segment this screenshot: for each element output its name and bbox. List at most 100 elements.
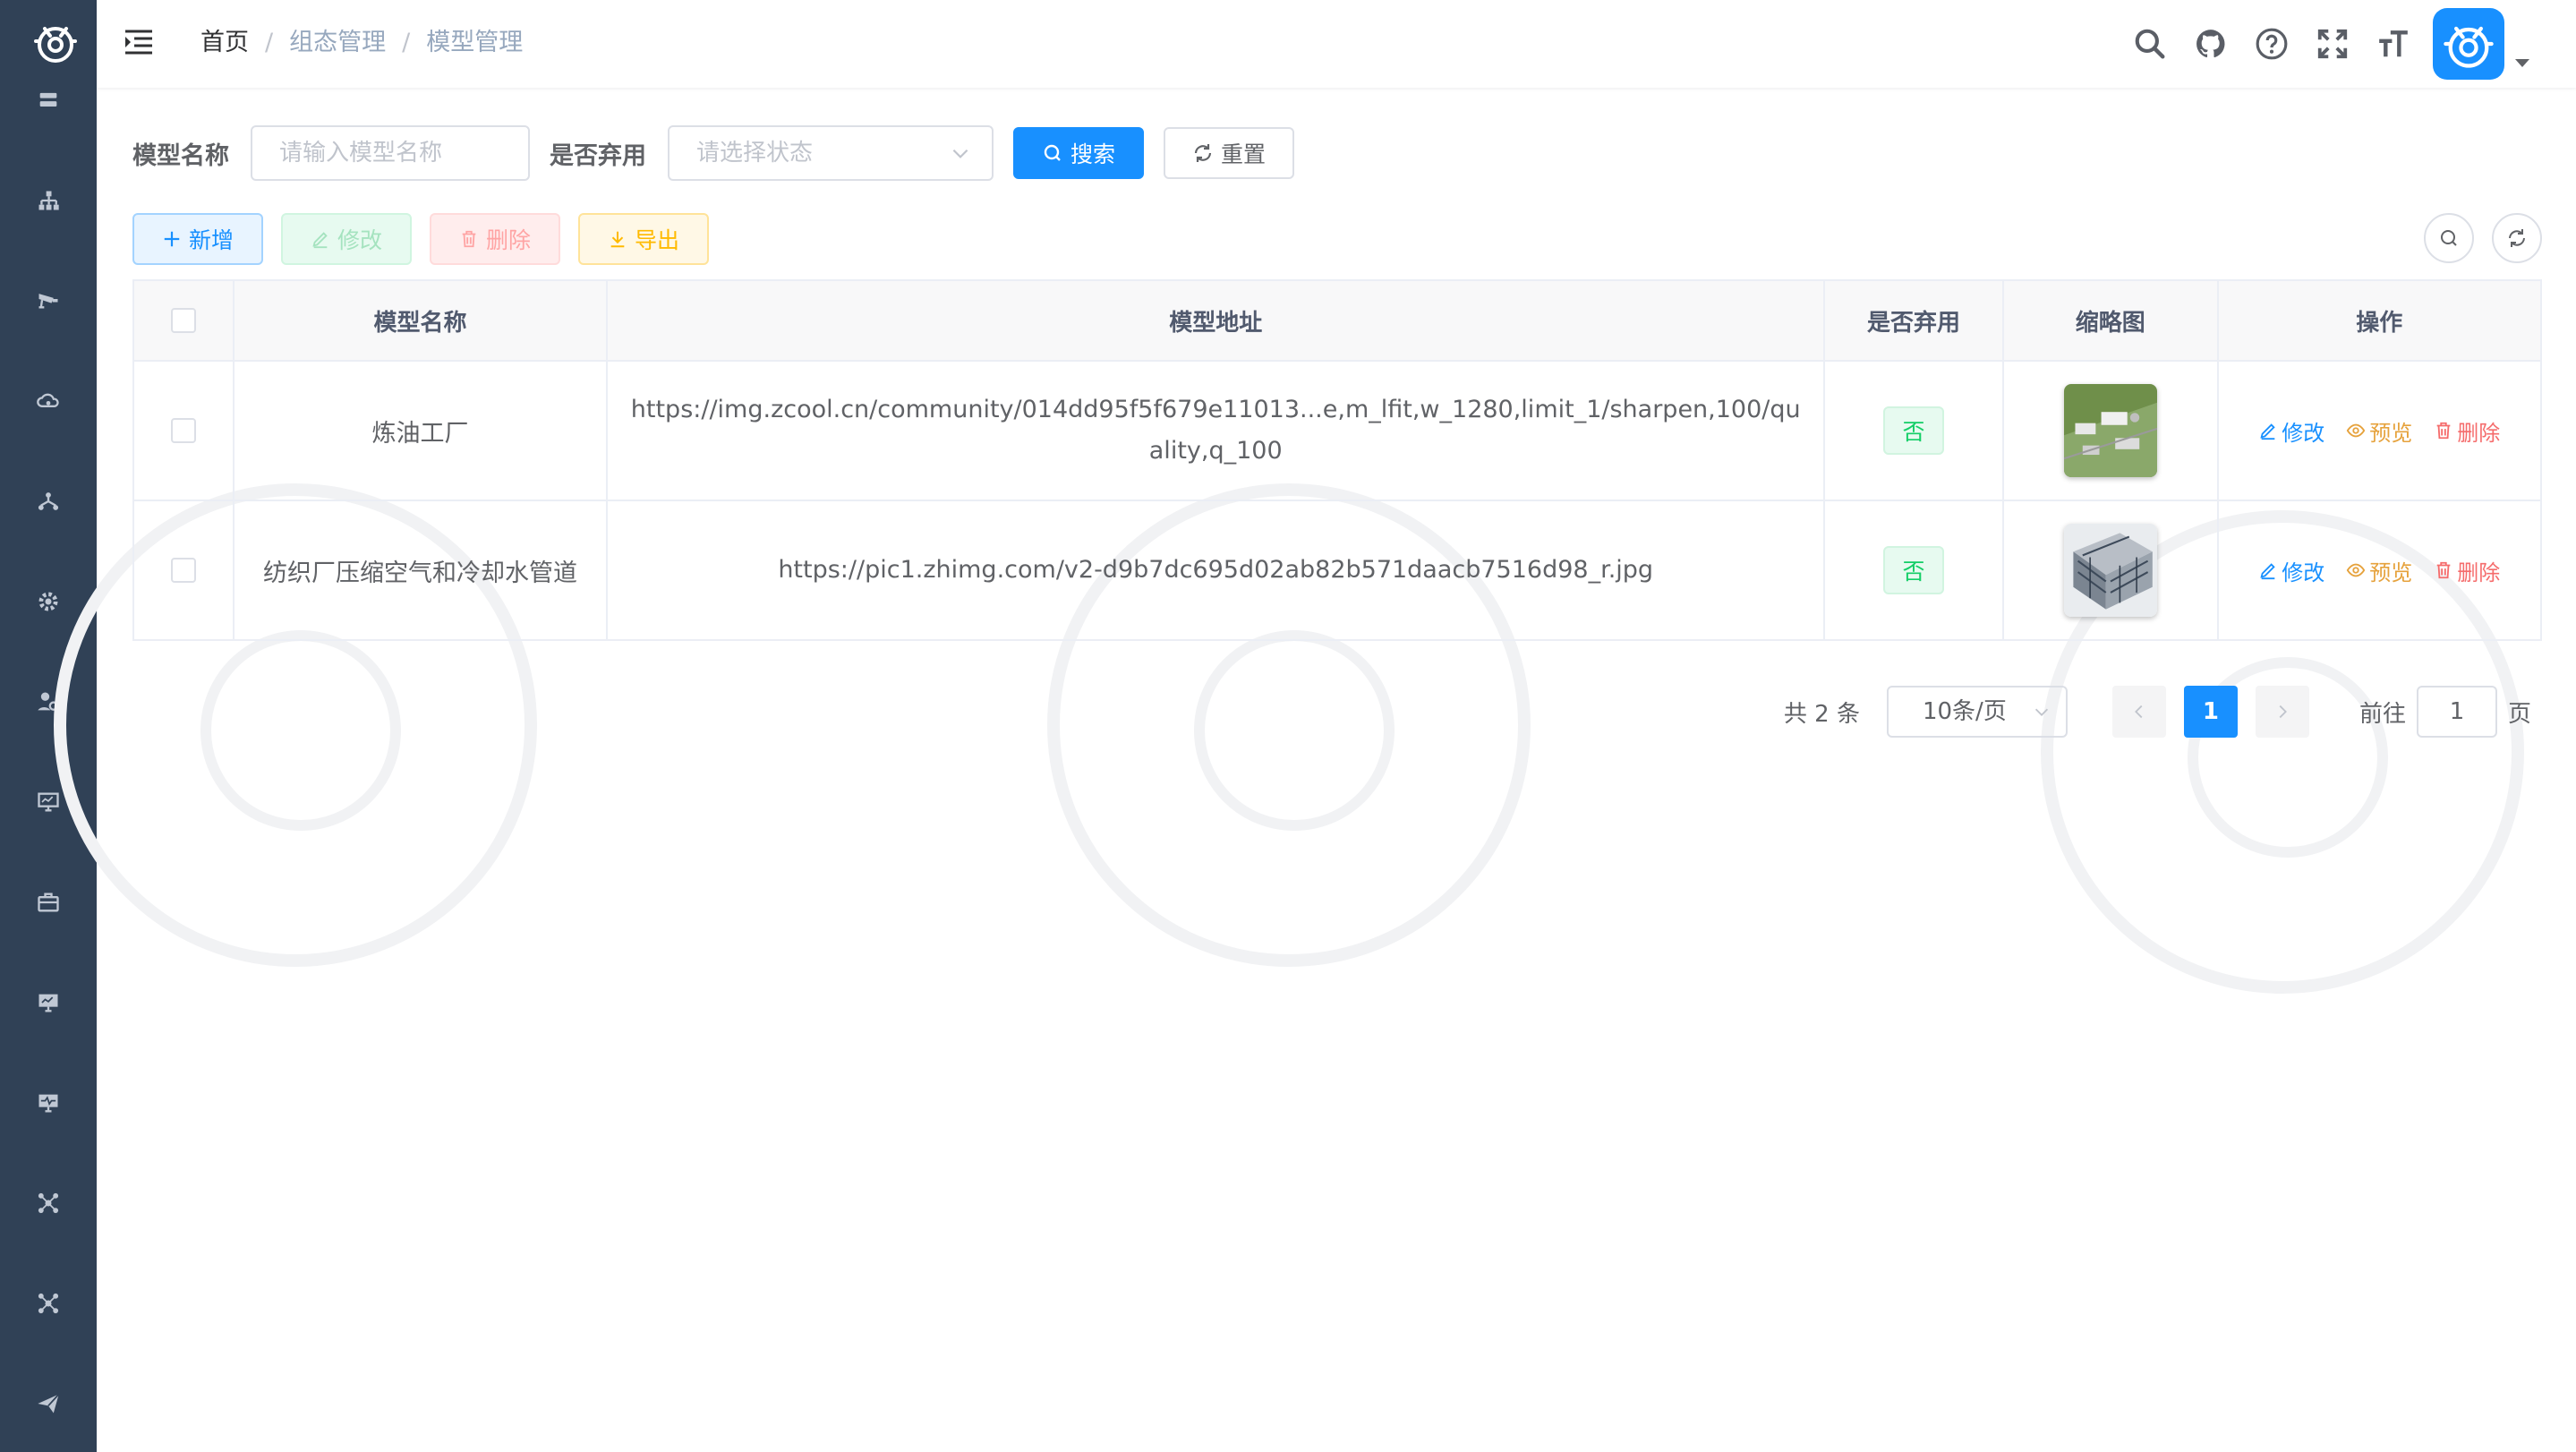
- thumbnail-cell: [2004, 362, 2219, 500]
- model-name-label: 模型名称: [132, 141, 229, 170]
- trash-icon: [2436, 422, 2451, 440]
- github-icon[interactable]: [2193, 26, 2229, 62]
- breadcrumb-separator: /: [402, 29, 411, 56]
- chevron-left-icon: [2135, 705, 2143, 719]
- logo-icon[interactable]: [30, 14, 81, 68]
- model-name-input[interactable]: [251, 125, 530, 181]
- deprecated-cell: 否: [1825, 501, 2004, 639]
- next-page-button[interactable]: [2255, 686, 2309, 738]
- action-toolbar: 新增 修改 删除 导出: [132, 213, 727, 265]
- row-delete-link[interactable]: 删除: [2434, 555, 2500, 586]
- chevron-down-icon[interactable]: [2515, 59, 2529, 67]
- jump-page-input[interactable]: 1: [2416, 686, 2497, 738]
- breadcrumb-separator: /: [265, 29, 274, 56]
- table-header: 模型名称 模型地址 是否弃用 缩略图 操作: [134, 281, 2540, 362]
- status-select-placeholder: 请选择状态: [696, 140, 814, 167]
- server-icon[interactable]: [34, 86, 63, 115]
- refresh-button[interactable]: [2492, 213, 2542, 263]
- gear-icon[interactable]: [34, 587, 63, 616]
- row-edit-label: 修改: [2282, 559, 2325, 585]
- deprecated-cell: 否: [1825, 362, 2004, 500]
- org-tree-icon[interactable]: [34, 186, 63, 215]
- cctv-icon[interactable]: [34, 285, 63, 313]
- cloud-icon[interactable]: [34, 387, 63, 415]
- eye-icon: [2347, 423, 2366, 438]
- row-preview-link[interactable]: 预览: [2346, 415, 2412, 447]
- reset-button[interactable]: 重置: [1164, 127, 1294, 179]
- top-navbar: 首页 / 组态管理 / 模型管理: [97, 0, 2576, 88]
- edit-button-label: 修改: [337, 227, 382, 253]
- model-thumbnail[interactable]: [2063, 384, 2157, 477]
- status-select[interactable]: 请选择状态: [668, 125, 994, 181]
- model-thumbnail[interactable]: [2063, 524, 2157, 617]
- monitor-pulse-icon[interactable]: [34, 1089, 63, 1117]
- row-checkbox[interactable]: [170, 558, 196, 583]
- briefcase-icon[interactable]: [34, 888, 63, 917]
- row-preview-label: 预览: [2369, 420, 2413, 446]
- help-icon[interactable]: [2254, 26, 2290, 62]
- row-checkbox[interactable]: [170, 418, 196, 443]
- monitor-icon[interactable]: [34, 788, 63, 816]
- model-url-cell: https://pic1.zhimg.com/v2-d9b7dc695d02ab…: [608, 501, 1826, 639]
- actions-cell: 修改 预览 删除: [2219, 362, 2540, 500]
- reset-button-label: 重置: [1220, 141, 1266, 167]
- delete-button[interactable]: 删除: [430, 213, 560, 265]
- fullscreen-icon[interactable]: [2315, 26, 2350, 62]
- select-all-checkbox[interactable]: [170, 308, 196, 333]
- row-delete-label: 删除: [2457, 559, 2501, 585]
- search-icon: [2441, 230, 2457, 246]
- breadcrumb-current: 模型管理: [426, 29, 524, 56]
- model-url-cell: https://img.zcool.cn/community/014dd95f5…: [608, 362, 1826, 500]
- header-deprecated: 是否弃用: [1825, 281, 2004, 360]
- edit-button[interactable]: 修改: [281, 213, 412, 265]
- prev-page-button[interactable]: [2111, 686, 2166, 738]
- nodes-icon[interactable]: [34, 1289, 63, 1318]
- edit-icon: [312, 232, 328, 249]
- row-preview-label: 预览: [2369, 559, 2413, 585]
- row-select: [134, 362, 235, 500]
- avatar[interactable]: [2433, 8, 2504, 80]
- monitor-chart-icon[interactable]: [34, 988, 63, 1017]
- row-edit-link[interactable]: 修改: [2258, 415, 2324, 447]
- model-name-cell: 炼油工厂: [235, 362, 609, 500]
- row-preview-link[interactable]: 预览: [2346, 555, 2412, 586]
- nodes-icon[interactable]: [34, 1189, 63, 1217]
- page-number-current[interactable]: 1: [2183, 686, 2238, 738]
- header-thumbnail: 缩略图: [2003, 281, 2219, 360]
- chevron-right-icon: [2279, 705, 2287, 719]
- search-icon[interactable]: [2132, 26, 2168, 62]
- export-button-label: 导出: [634, 227, 679, 253]
- header-model-url: 模型地址: [608, 281, 1826, 360]
- add-button[interactable]: 新增: [132, 213, 263, 265]
- toggle-search-button[interactable]: [2424, 213, 2474, 263]
- jump-page-value: 1: [2449, 698, 2465, 725]
- export-button[interactable]: 导出: [578, 213, 709, 265]
- page-size-select[interactable]: 10条/页: [1886, 686, 2068, 738]
- edit-icon: [2260, 563, 2275, 580]
- row-delete-label: 删除: [2457, 420, 2501, 446]
- trash-icon: [2436, 561, 2451, 579]
- plus-icon: [164, 231, 180, 247]
- edit-icon: [2260, 423, 2275, 440]
- search-button[interactable]: 搜索: [1013, 127, 1144, 179]
- hamburger-icon[interactable]: [124, 27, 154, 57]
- pagination-total: 共 2 条: [1783, 700, 1860, 728]
- delete-button-label: 删除: [485, 227, 531, 253]
- header-actions: 操作: [2218, 281, 2540, 360]
- actions-cell: 修改 预览 删除: [2219, 501, 2540, 639]
- breadcrumb-home[interactable]: 首页: [200, 29, 249, 56]
- search-form: 模型名称 是否弃用 请选择状态 搜索 重置: [132, 125, 1294, 181]
- table-row: 纺织厂压缩空气和冷却水管道 https://pic1.zhimg.com/v2-…: [134, 501, 2540, 639]
- row-delete-link[interactable]: 删除: [2434, 415, 2500, 447]
- breadcrumb: 首页 / 组态管理 / 模型管理: [200, 27, 523, 59]
- breadcrumb-config[interactable]: 组态管理: [289, 29, 386, 56]
- thumbnail-cell: [2004, 501, 2219, 639]
- header-actions: [2107, 8, 2504, 80]
- row-select: [134, 501, 235, 639]
- network-icon[interactable]: [34, 487, 63, 516]
- row-edit-link[interactable]: 修改: [2258, 555, 2324, 586]
- chevron-down-icon: [2034, 708, 2049, 716]
- send-icon[interactable]: [34, 1389, 63, 1418]
- page-jumper: 前往 1 页: [2359, 686, 2531, 738]
- font-size-icon[interactable]: [2376, 26, 2411, 62]
